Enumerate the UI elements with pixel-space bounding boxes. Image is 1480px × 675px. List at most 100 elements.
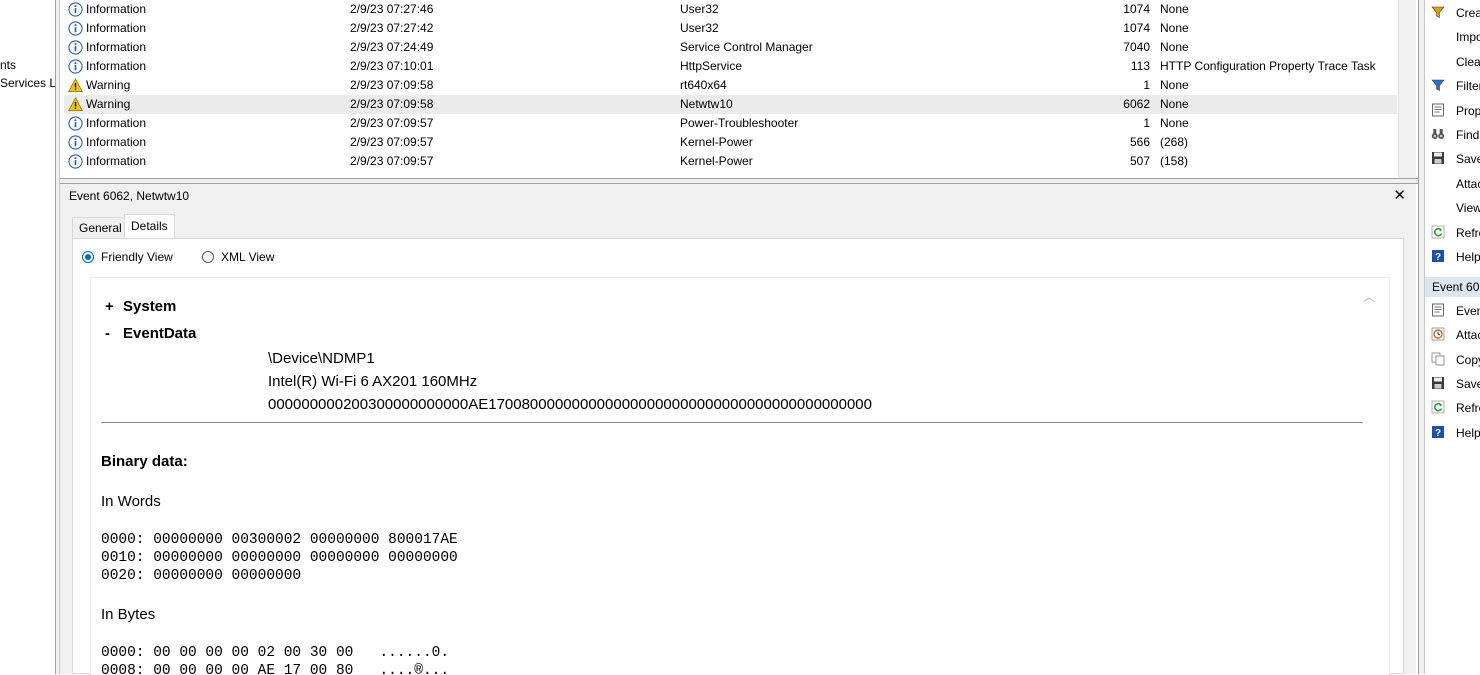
info-icon	[68, 40, 83, 55]
details-tab-body: Friendly View XML View ︿ + System - EventD…	[72, 238, 1404, 675]
event-row[interactable]: Warning 2/9/23 07:09:58 rt640x64 1 None	[64, 76, 1397, 95]
tab-general[interactable]: General	[72, 217, 129, 238]
action-refre[interactable]: Refre	[1425, 222, 1480, 244]
action-help[interactable]: ? Help	[1425, 246, 1480, 268]
action-clea[interactable]: Clea	[1425, 51, 1480, 73]
in-words-line: 0020: 00000000 00000000	[101, 568, 302, 584]
event-row[interactable]: Information 2/9/23 07:27:46 User32 1074 None	[64, 0, 1397, 19]
action-view[interactable]: View	[1425, 197, 1480, 219]
console-tree: nts Services Lo	[0, 0, 55, 674]
info-icon	[68, 21, 83, 36]
eventdata-label: EventData	[123, 325, 197, 342]
event-row[interactable]: Information 2/9/23 07:09:57 Kernel-Power 56…	[64, 133, 1397, 152]
event-row[interactable]: Information 2/9/23 07:27:42 User32 1074 None	[64, 19, 1397, 38]
action-copy[interactable]: Copy	[1425, 349, 1480, 371]
right-splitter[interactable]	[1418, 0, 1425, 674]
action-save[interactable]: Save	[1425, 148, 1480, 170]
action-even[interactable]: Even	[1425, 300, 1480, 322]
copy-icon	[1431, 352, 1445, 366]
filter-create-icon	[1431, 5, 1445, 19]
event-level: Information	[86, 40, 147, 54]
event-category: None	[1160, 97, 1189, 111]
radio-unselected-icon	[202, 251, 214, 263]
scroll-up-icon[interactable]: ︿	[1363, 288, 1375, 305]
event-row[interactable]: Information 2/9/23 07:10:01 HttpService 113…	[64, 57, 1397, 76]
in-words-label: In Words	[101, 493, 161, 510]
info-icon	[68, 59, 83, 74]
action-label: Attac	[1456, 328, 1480, 343]
action-help[interactable]: ? Help	[1425, 422, 1480, 444]
tab-details[interactable]: Details	[124, 214, 175, 239]
action-label: Filter	[1456, 79, 1480, 94]
action-attac[interactable]: Attac	[1425, 324, 1480, 346]
event-category: None	[1160, 116, 1189, 130]
save-icon	[1431, 151, 1445, 165]
tree-item-services-logs[interactable]: Services Lo	[0, 76, 55, 90]
info-icon	[68, 116, 83, 131]
action-prop[interactable]: Prop	[1425, 100, 1480, 122]
info-icon	[68, 154, 83, 169]
info-icon	[68, 2, 83, 17]
eventdata-node[interactable]: - EventData	[105, 325, 196, 342]
event-row[interactable]: Warning 2/9/23 07:09:58 Netwtw10 6062 None	[64, 95, 1397, 114]
event-level: Information	[86, 116, 147, 130]
event-list-scrollbar[interactable]	[1398, 0, 1416, 178]
action-label: Refre	[1456, 401, 1480, 416]
action-label: Help	[1456, 425, 1480, 440]
event-id: 7040	[1123, 40, 1150, 54]
event-id: 1	[1143, 116, 1150, 130]
tree-item-events[interactable]: nts	[0, 58, 16, 72]
event-date: 2/9/23 07:27:46	[350, 2, 434, 16]
in-bytes-line: 0008: 00 00 00 00 AE 17 00 80 ....®...	[101, 663, 450, 675]
event-row[interactable]: Information 2/9/23 07:09:57 Kernel-Power 50…	[64, 152, 1397, 171]
event-date: 2/9/23 07:24:49	[350, 40, 434, 54]
friendly-view-content: ︿ + System - EventData \Device\NDMP1 Intel…	[90, 277, 1390, 675]
event-category: None	[1160, 2, 1189, 16]
action-label: Save	[1456, 152, 1480, 167]
expand-icon[interactable]: +	[105, 298, 123, 315]
action-attac[interactable]: Attac	[1425, 173, 1480, 195]
action-filter[interactable]: Filter	[1425, 75, 1480, 97]
warning-icon	[68, 97, 83, 112]
action-label: Impo	[1456, 30, 1480, 45]
event-source: HttpService	[680, 59, 743, 73]
collapse-icon[interactable]: -	[105, 325, 123, 342]
preview-title: Event 6062, Netwtw10	[69, 189, 190, 203]
action-impo[interactable]: Impo	[1425, 26, 1480, 48]
actions-event-header[interactable]: Event 606	[1425, 277, 1480, 297]
event-source: Kernel-Power	[680, 154, 753, 168]
event-id: 6062	[1123, 97, 1150, 111]
friendly-view-label: Friendly View	[101, 250, 173, 264]
event-date: 2/9/23 07:09:57	[350, 154, 434, 168]
system-node[interactable]: + System	[105, 298, 176, 315]
event-row[interactable]: Information 2/9/23 07:24:49 Service Contro…	[64, 38, 1397, 57]
action-find[interactable]: Find	[1425, 124, 1480, 146]
event-date: 2/9/23 07:09:57	[350, 135, 434, 149]
action-save[interactable]: Save	[1425, 373, 1480, 395]
close-icon[interactable]: ✕	[1393, 186, 1406, 204]
action-label: Copy	[1456, 352, 1480, 367]
action-crea[interactable]: Crea	[1425, 2, 1480, 24]
event-source: rt640x64	[680, 78, 727, 92]
action-label: Crea	[1456, 6, 1480, 20]
event-properties-icon	[1431, 303, 1445, 317]
event-level: Warning	[86, 97, 131, 111]
event-level: Information	[86, 135, 147, 149]
event-source: Kernel-Power	[680, 135, 753, 149]
event-level: Warning	[86, 78, 131, 92]
in-bytes-label: In Bytes	[101, 606, 156, 623]
refresh-icon	[1431, 400, 1445, 414]
action-refre[interactable]: Refre	[1425, 397, 1480, 419]
event-preview-pane: Event 6062, Netwtw10 ✕ General Details F…	[60, 184, 1416, 675]
event-date: 2/9/23 07:09:57	[350, 116, 434, 130]
event-level: Information	[86, 2, 147, 16]
eventdata-value: Intel(R) Wi-Fi 6 AX201 160MHz	[268, 373, 478, 390]
action-label: Clea	[1456, 54, 1480, 69]
event-id: 507	[1129, 154, 1150, 168]
eventdata-value: 000000000200300000000000AE17008000000000…	[268, 396, 872, 413]
action-label: Prop	[1456, 103, 1480, 118]
section-divider	[101, 422, 1363, 423]
attach-task-icon	[1431, 327, 1445, 341]
filter-icon	[1431, 78, 1445, 92]
event-row[interactable]: Information 2/9/23 07:09:57 Power-Troubles…	[64, 114, 1397, 133]
